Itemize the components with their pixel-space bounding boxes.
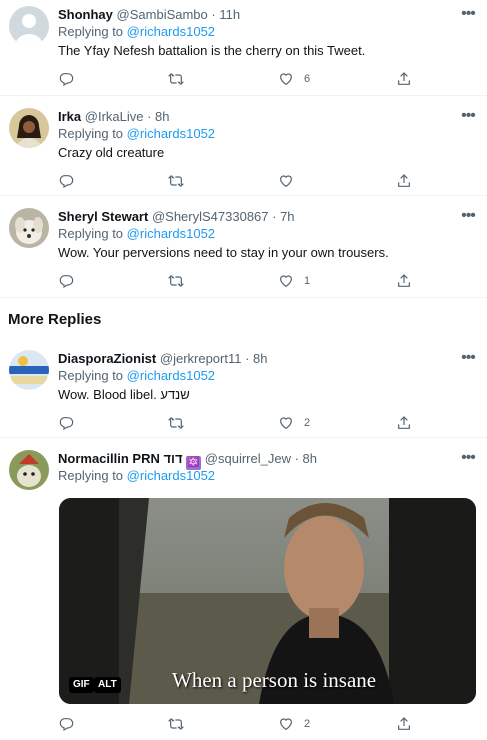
author-name[interactable]: Shonhay [58,7,113,22]
replying-to-link[interactable]: @richards1052 [127,24,215,39]
like-count: 1 [304,275,311,287]
timestamp[interactable]: · 7h [272,209,294,224]
like-button[interactable]: 1 [278,272,310,290]
share-icon [396,71,412,87]
like-icon [278,415,294,431]
replying-to-link[interactable]: @richards1052 [127,126,215,141]
reply-icon [58,71,74,87]
author-name[interactable]: DiasporaZionist [58,351,156,366]
share-button[interactable] [396,70,412,88]
retweet-button[interactable] [168,172,184,190]
retweet-button[interactable] [168,414,184,432]
like-button[interactable]: 2 [278,414,310,432]
timestamp[interactable]: · 11h [211,7,240,22]
replying-label: Replying to [58,368,124,383]
author-handle[interactable]: @SambiSambo [117,7,208,22]
more-icon[interactable]: ••• [459,450,477,467]
avatar[interactable] [9,6,49,46]
retweet-icon [168,716,184,732]
replying-to-link[interactable]: @richards1052 [127,468,215,483]
share-button[interactable] [396,272,412,290]
share-button[interactable] [396,172,412,190]
reply-button[interactable] [58,715,74,733]
tweet-text: The Yfay Nefesh battalion is the cherry … [58,43,366,58]
avatar[interactable] [9,108,49,148]
reply-button[interactable] [58,172,74,190]
more-icon[interactable]: ••• [459,350,477,367]
author-name[interactable]: Sheryl Stewart [58,209,148,224]
reply-button[interactable] [58,70,74,88]
gif-caption: When a person is insane [172,668,377,692]
more-icon[interactable]: ••• [459,6,477,23]
like-icon [278,273,294,289]
author-handle[interactable]: @squirrel_Jew [205,451,291,466]
like-icon [278,716,294,732]
share-icon [396,173,412,189]
reply-icon [58,716,74,732]
replying-label: Replying to [58,24,124,39]
replying-label: Replying to [58,226,124,241]
retweet-icon [168,273,184,289]
retweet-icon [168,415,184,431]
share-button[interactable] [396,715,412,733]
avatar[interactable] [9,450,49,490]
like-button[interactable] [278,172,304,190]
tweet[interactable]: Shonhay @SambiSambo · 11h Replying to @r… [0,0,487,96]
like-icon [278,71,294,87]
reply-icon [58,415,74,431]
alt-badge[interactable]: ALT [94,677,121,693]
author-handle[interactable]: @SherylS47330867 [152,209,269,224]
more-icon[interactable]: ••• [459,208,477,225]
tweet[interactable]: Irka @IrkaLive · 8h Replying to @richard… [0,96,487,196]
like-button[interactable]: 2 [278,715,310,733]
replying-to-link[interactable]: @richards1052 [127,226,215,241]
like-count: 2 [304,417,311,429]
timestamp[interactable]: · 8h [147,109,169,124]
author-handle[interactable]: @jerkreport11 [160,351,242,366]
more-icon[interactable]: ••• [459,108,477,125]
reply-icon [58,173,74,189]
timestamp[interactable]: · 8h [245,351,267,366]
more-replies-heading: More Replies [8,311,102,328]
retweet-button[interactable] [168,70,184,88]
author-handle[interactable]: @IrkaLive [85,109,144,124]
share-icon [396,273,412,289]
avatar[interactable] [9,350,49,390]
author-name[interactable]: Irka [58,109,81,124]
timestamp[interactable]: · 8h [295,451,317,466]
tweet[interactable]: DiasporaZionist @jerkreport11 · 8h Reply… [0,338,487,438]
reply-button[interactable] [58,272,74,290]
retweet-icon [168,173,184,189]
share-icon [396,716,412,732]
replying-label: Replying to [58,126,124,141]
replying-to-link[interactable]: @richards1052 [127,368,215,383]
tweet[interactable]: Sheryl Stewart @SherylS47330867 · 7h Rep… [0,196,487,298]
retweet-icon [168,71,184,87]
like-icon [278,173,294,189]
retweet-button[interactable] [168,272,184,290]
share-icon [396,415,412,431]
tweet-text: Crazy old creature [58,145,165,160]
author-name[interactable]: Normacillin PRN דוד [58,451,183,466]
like-count: 6 [304,73,311,85]
retweet-button[interactable] [168,715,184,733]
like-button[interactable]: 6 [278,70,310,88]
like-count: 2 [304,718,311,730]
share-button[interactable] [396,414,412,432]
reply-icon [58,273,74,289]
tweet-text: Wow. Blood libel. שנדע [58,387,190,402]
replying-label: Replying to [58,468,124,483]
tweet-text: Wow. Your perversions need to stay in yo… [58,245,389,260]
avatar[interactable] [9,208,49,248]
gif-badge: GIF [69,677,94,693]
reply-button[interactable] [58,414,74,432]
